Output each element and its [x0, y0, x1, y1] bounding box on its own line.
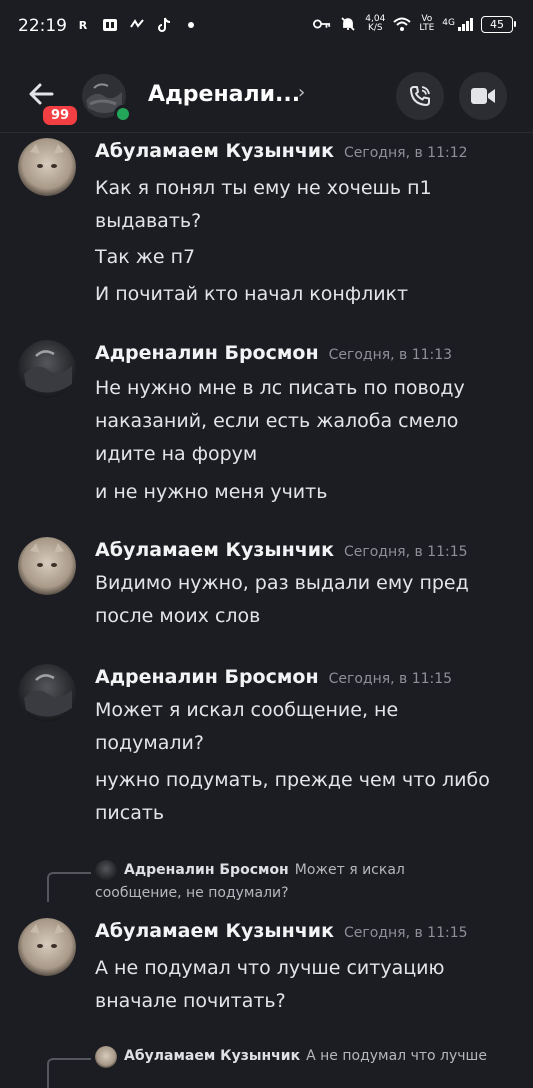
message-text[interactable]: А не подумал что лучше ситуацию — [95, 952, 515, 985]
net-speed: 4,04 K/S — [365, 14, 386, 33]
reply-author: Адреналин Бросмон Может я искал — [124, 862, 405, 878]
status-right-icons: 4,04 K/S Vo LTE 4G 45 — [313, 14, 516, 33]
message-text[interactable]: писать — [95, 797, 515, 830]
r-icon: R — [78, 18, 88, 32]
battery-indicator: 45 — [481, 15, 516, 33]
message-text[interactable]: И почитай кто начал конфликт — [95, 278, 515, 311]
message-text[interactable]: Не нужно мне в лс писать по поводу — [95, 372, 515, 405]
voice-call-button[interactable] — [396, 72, 444, 120]
reply-author: Абуламаем Кузынчик А не подумал что лучше — [124, 1048, 487, 1064]
wifi-icon — [393, 15, 411, 33]
avatar[interactable] — [18, 918, 76, 976]
status-bar: 22:19 R 4,04 K/S Vo LTE 4G 45 — [0, 0, 533, 54]
message-author[interactable]: Абуламаем Кузынчик Сегодня, в 11:15 — [95, 539, 468, 561]
avatar[interactable] — [18, 537, 76, 595]
mute-bell-icon — [339, 15, 357, 33]
avatar — [95, 1046, 117, 1068]
unread-badge: 99 — [40, 103, 81, 128]
network-type: 4G — [442, 17, 455, 28]
phone-icon — [410, 86, 430, 106]
chat-header: 99 Адренали... › — [0, 60, 533, 133]
tiktok-icon — [155, 16, 173, 34]
chevron-right-icon[interactable]: › — [298, 82, 305, 103]
message-text[interactable]: Как я понял ты ему не хочешь п1 — [95, 172, 515, 205]
message-author[interactable]: Адреналин Бросмон Сегодня, в 11:13 — [95, 342, 452, 364]
message-text[interactable]: подумали? — [95, 727, 515, 760]
message-text[interactable]: после моих слов — [95, 600, 515, 633]
message-author[interactable]: Абуламаем Кузынчик Сегодня, в 11:12 — [95, 140, 468, 162]
message-timestamp: Сегодня, в 11:15 — [328, 671, 453, 687]
reply-connector — [47, 1058, 91, 1088]
video-call-button[interactable] — [459, 72, 507, 120]
message-text[interactable]: Так же п7 — [95, 241, 515, 274]
gallery-icon — [101, 16, 119, 34]
message-text[interactable]: Может я искал сообщение, не — [95, 694, 515, 727]
avatar — [95, 860, 117, 882]
message-text[interactable]: идите на форум — [95, 438, 515, 471]
avatar[interactable] — [18, 664, 76, 722]
message-timestamp: Сегодня, в 11:12 — [344, 145, 468, 161]
message-text[interactable]: Видимо нужно, раз выдали ему пред — [95, 567, 515, 600]
message-text[interactable]: выдавать? — [95, 205, 515, 238]
reply-snippet: Может я искал — [294, 862, 405, 878]
reply-connector — [47, 872, 91, 902]
status-time: 22:19 — [18, 16, 67, 36]
message-author[interactable]: Абуламаем Кузынчик Сегодня, в 11:15 — [95, 920, 468, 942]
key-icon — [313, 15, 331, 33]
status-left-icons: R — [74, 16, 200, 34]
message-timestamp: Сегодня, в 11:15 — [344, 544, 468, 560]
message-text[interactable]: нужно подумать, прежде чем что либо — [95, 764, 515, 797]
message-author[interactable]: Адреналин Бросмон Сегодня, в 11:15 — [95, 666, 452, 688]
message-text[interactable]: наказаний, если есть жалоба смело — [95, 405, 515, 438]
video-camera-icon — [471, 88, 495, 104]
reply-snippet: сообщение, не подумали? — [95, 885, 289, 901]
volte-indicator: Vo LTE — [419, 14, 435, 33]
avatar[interactable] — [18, 340, 76, 398]
message-text[interactable]: и не нужно меня учить — [95, 476, 515, 509]
online-status-dot — [114, 105, 132, 123]
avatar[interactable] — [18, 138, 76, 196]
dot-icon — [182, 16, 200, 34]
message-timestamp: Сегодня, в 11:15 — [344, 925, 468, 941]
signal-icon: 4G — [442, 17, 473, 31]
activity-icon — [128, 16, 146, 34]
message-text[interactable]: вначале почитать? — [95, 985, 515, 1018]
message-timestamp: Сегодня, в 11:13 — [328, 347, 453, 363]
reply-snippet: А не подумал что лучше — [306, 1048, 487, 1064]
channel-title[interactable]: Адренали... — [148, 82, 300, 107]
